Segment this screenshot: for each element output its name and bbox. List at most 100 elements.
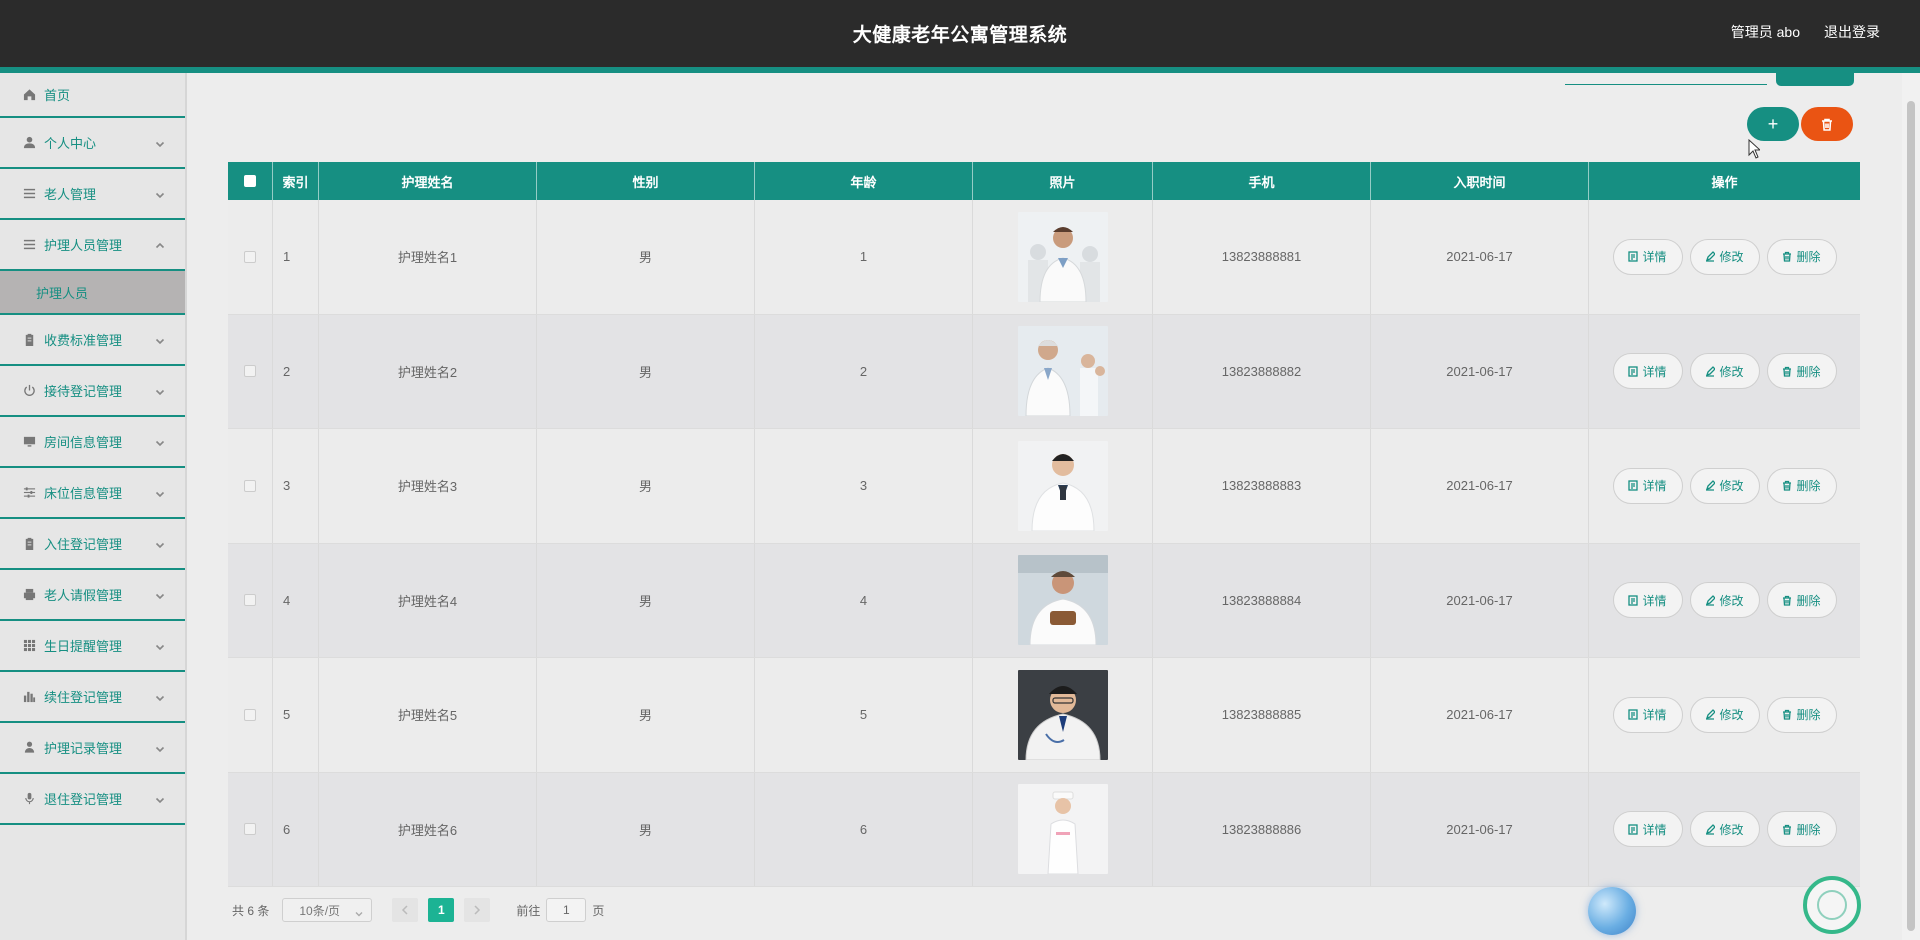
edit-button[interactable]: 修改 [1689, 238, 1760, 275]
sidebar-item-9[interactable]: 老人请假管理 [0, 570, 185, 621]
user-icon [22, 136, 36, 150]
page-size-select[interactable]: 10条/页 [282, 898, 373, 922]
sidebar-item-4[interactable]: 收费标准管理 [0, 315, 185, 366]
sidebar-item-10[interactable]: 生日提醒管理 [0, 621, 185, 672]
chevron-down-icon [155, 742, 165, 752]
sidebar-item-0[interactable]: 首页 [0, 73, 185, 118]
cell-index: 5 [273, 658, 319, 772]
row-checkbox[interactable] [244, 250, 256, 263]
cell-sex: 男 [537, 314, 755, 428]
cell-index: 4 [273, 543, 319, 657]
edit-button[interactable]: 修改 [1689, 811, 1760, 848]
cell-phone: 13823888884 [1153, 543, 1371, 657]
detail-button[interactable]: 详情 [1612, 467, 1683, 504]
edit-button[interactable]: 修改 [1689, 582, 1760, 619]
cell-photo [973, 543, 1153, 657]
sidebar-item-6[interactable]: 房间信息管理 [0, 417, 185, 468]
cell-phone: 13823888885 [1153, 658, 1371, 772]
sidebar-subitem-nurse[interactable]: 护理人员 [0, 271, 185, 315]
sidebar-item-2[interactable]: 老人管理 [0, 169, 185, 220]
trash-icon [1783, 710, 1792, 720]
cell-sex: 男 [537, 772, 755, 886]
cell-sex: 男 [537, 200, 755, 314]
nurse-table: 索引 护理姓名 性别 年龄 照片 手机 入职时间 操作 1 护理姓名1 男 1 1382… [228, 162, 1860, 887]
edit-label: 修改 [1719, 364, 1744, 379]
sidebar-item-1[interactable]: 个人中心 [0, 118, 185, 169]
list-icon [22, 238, 36, 252]
table-header: 索引 护理姓名 性别 年龄 照片 手机 入职时间 操作 [228, 162, 1860, 200]
logout-link[interactable]: 退出登录 [1824, 22, 1880, 42]
nurse-photo [1017, 784, 1108, 875]
select-all-checkbox[interactable] [244, 175, 256, 187]
admin-name: 管理员 abo [1730, 24, 1800, 40]
trash-icon [1783, 252, 1792, 262]
printer-icon [22, 588, 36, 602]
detail-button[interactable]: 详情 [1612, 696, 1683, 733]
floating-globe-widget[interactable] [1588, 887, 1636, 935]
table-row: 1 护理姓名1 男 1 13823888881 2021-06-17 详情 修改 删除 [228, 200, 1860, 315]
edit-label: 修改 [1719, 250, 1744, 265]
sidebar-item-8[interactable]: 入住登记管理 [0, 519, 185, 570]
detail-button[interactable]: 详情 [1612, 238, 1683, 275]
page-number-current[interactable]: 1 [428, 898, 455, 922]
cell-photo [973, 658, 1153, 772]
add-button[interactable]: + [1747, 107, 1799, 141]
sidebar-item-5[interactable]: 接待登记管理 [0, 366, 185, 417]
header-accent-line [0, 67, 1920, 73]
table-row: 4 护理姓名4 男 4 13823888884 2021-06-17 详情 修改 删除 [228, 543, 1860, 658]
row-select-cell [228, 200, 273, 314]
chevron-down-icon [155, 137, 165, 147]
person-icon [22, 741, 36, 755]
cell-age: 2 [755, 314, 973, 428]
delete-button[interactable]: 删除 [1766, 467, 1837, 504]
delete-button[interactable]: 删除 [1766, 582, 1837, 619]
row-checkbox[interactable] [244, 823, 256, 836]
row-checkbox[interactable] [244, 708, 256, 721]
trash-icon [1783, 481, 1792, 491]
scrollbar-thumb[interactable] [1907, 101, 1915, 931]
detail-label: 详情 [1642, 479, 1667, 494]
header-select-all[interactable] [228, 162, 273, 200]
row-select-cell [228, 658, 273, 772]
mouse-cursor-icon [1748, 139, 1760, 159]
delete-button[interactable]: 删除 [1766, 238, 1837, 275]
detail-button[interactable]: 详情 [1612, 582, 1683, 619]
cell-index: 2 [273, 314, 319, 428]
row-checkbox[interactable] [244, 479, 256, 492]
edit-button[interactable]: 修改 [1689, 696, 1760, 733]
delete-button[interactable]: 删除 [1766, 696, 1837, 733]
sidebar-item-12[interactable]: 护理记录管理 [0, 723, 185, 774]
clipboard-icon [22, 333, 36, 347]
row-checkbox[interactable] [244, 365, 256, 378]
page-scrollbar[interactable] [1902, 73, 1920, 940]
column-header: 手机 [1153, 162, 1371, 200]
sidebar-item-7[interactable]: 床位信息管理 [0, 468, 185, 519]
sidebar-item-13[interactable]: 退住登记管理 [0, 774, 185, 825]
row-checkbox[interactable] [244, 594, 256, 607]
sidebar-item-3[interactable]: 护理人员管理 [0, 220, 185, 271]
sidebar-item-label: 生日提醒管理 [44, 639, 123, 654]
goto-page-input[interactable] [546, 898, 587, 922]
delete-button[interactable]: 删除 [1766, 811, 1837, 848]
sidebar-item-label: 老人管理 [44, 187, 97, 202]
floating-ring-widget[interactable] [1803, 876, 1861, 934]
batch-delete-button[interactable] [1801, 107, 1853, 141]
goto-suffix: 页 [592, 903, 605, 918]
column-header: 索引 [273, 162, 319, 200]
edit-button[interactable]: 修改 [1689, 467, 1760, 504]
detail-button[interactable]: 详情 [1612, 811, 1683, 848]
cell-age: 5 [755, 658, 973, 772]
column-header: 照片 [973, 162, 1153, 200]
sliders-icon [22, 486, 36, 500]
next-page-button[interactable] [464, 898, 491, 922]
search-input-underline[interactable] [1565, 84, 1767, 85]
prev-page-button[interactable] [392, 898, 419, 922]
edit-button[interactable]: 修改 [1689, 353, 1760, 390]
delete-button[interactable]: 删除 [1766, 353, 1837, 390]
detail-button[interactable]: 详情 [1612, 353, 1683, 390]
detail-label: 详情 [1642, 822, 1667, 837]
cell-actions: 详情 修改 删除 [1589, 200, 1860, 314]
edit-label: 修改 [1719, 708, 1744, 723]
sidebar-item-11[interactable]: 续住登记管理 [0, 672, 185, 723]
search-button[interactable] [1776, 73, 1854, 86]
